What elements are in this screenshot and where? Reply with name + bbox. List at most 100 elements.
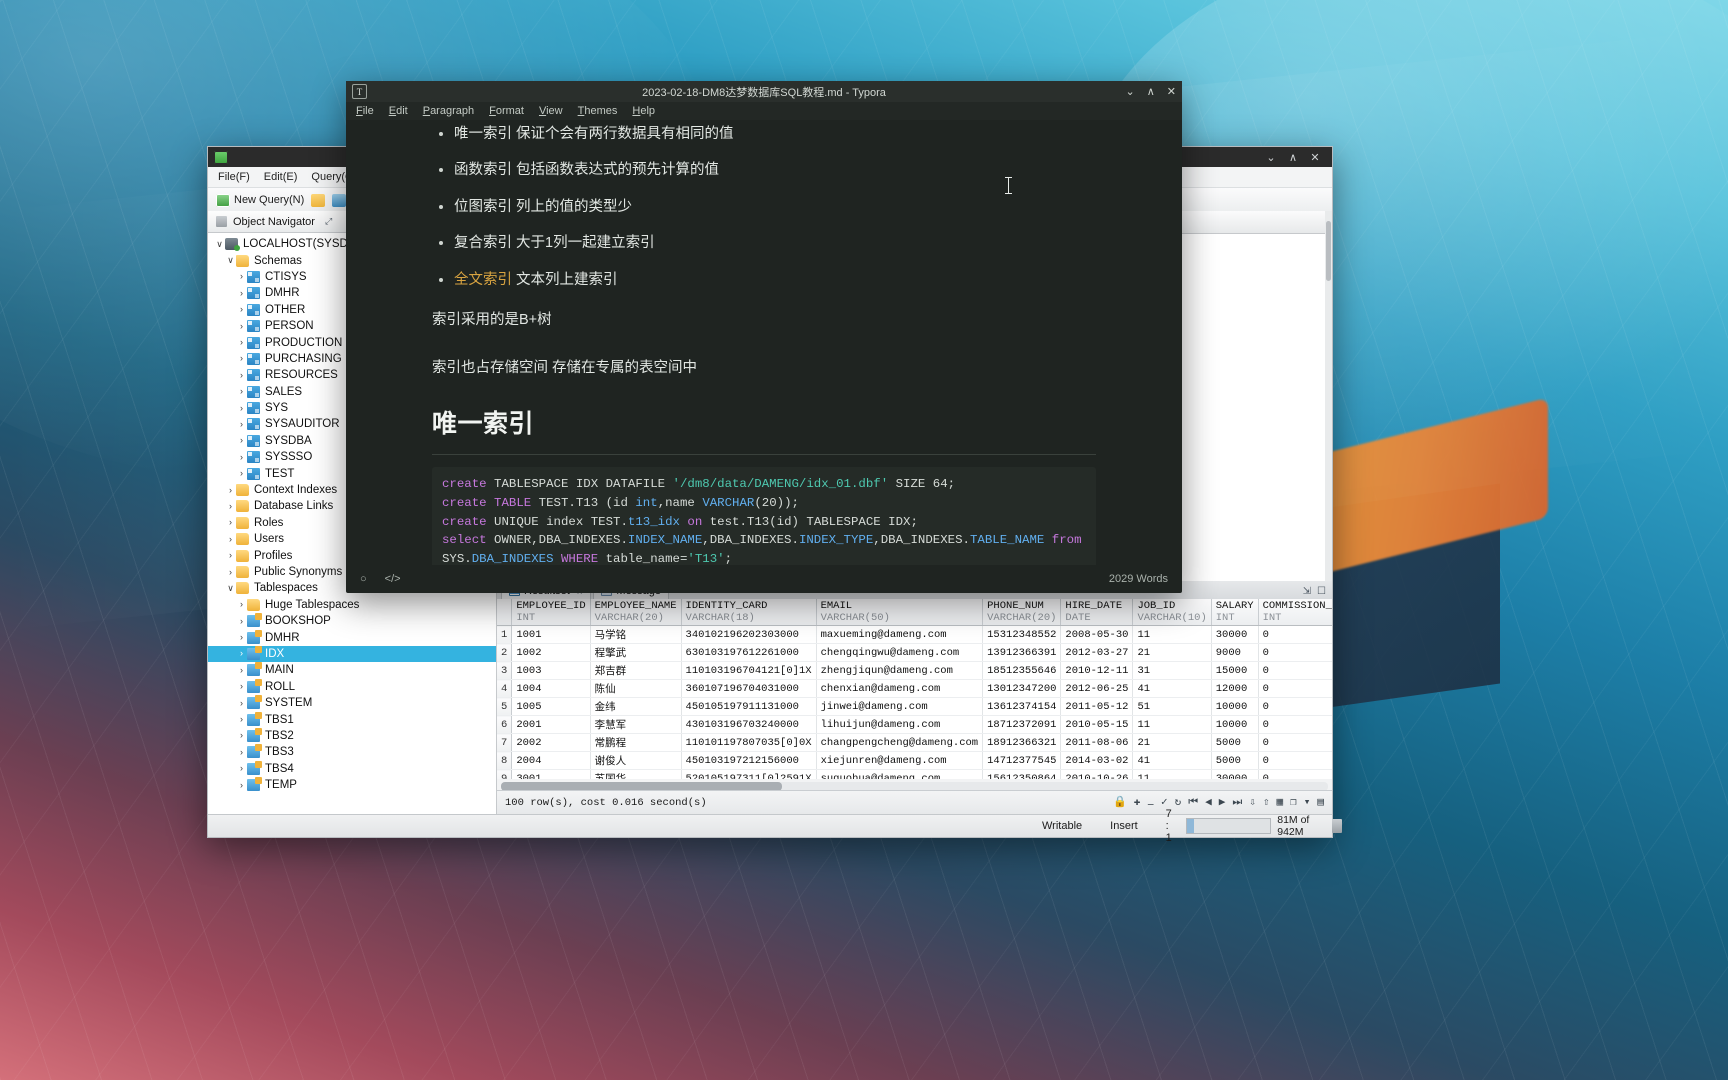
- chevron-right-icon[interactable]: ›: [225, 567, 236, 577]
- dm-menu-edit[interactable]: Edit(E): [264, 171, 298, 183]
- row-number-cell[interactable]: 7: [497, 733, 513, 752]
- status-memory[interactable]: 81M of 942M: [1185, 814, 1348, 838]
- chevron-right-icon[interactable]: ›: [236, 469, 247, 478]
- table-cell[interactable]: 程擎武: [590, 643, 682, 662]
- table-row[interactable]: 3 1003 郑吉群 110103196704121[0]1X zhengjiqun@d…: [497, 661, 1332, 680]
- table-cell[interactable]: 10000: [1211, 715, 1259, 734]
- typora-menu-file[interactable]: File: [356, 105, 374, 117]
- table-cell[interactable]: 2001: [511, 715, 591, 734]
- new-query-button[interactable]: New Query(N): [216, 193, 304, 207]
- table-cell[interactable]: 马学铭: [590, 625, 682, 644]
- tree-item[interactable]: › TBS2: [208, 727, 496, 744]
- table-cell[interactable]: 30000: [1211, 625, 1259, 644]
- row-number-cell[interactable]: 4: [497, 679, 513, 698]
- table-cell[interactable]: 2011-08-06: [1060, 733, 1134, 752]
- table-cell[interactable]: 1003: [511, 661, 591, 680]
- chevron-right-icon[interactable]: ›: [236, 338, 247, 347]
- dm-close-button[interactable]: ✕: [1304, 148, 1326, 166]
- table-cell[interactable]: 2010-12-11: [1060, 661, 1134, 680]
- table-cell[interactable]: 110101197807035[0]0X: [681, 733, 817, 752]
- column-header[interactable]: PHONE_NUM VARCHAR(20): [982, 599, 1062, 626]
- table-cell[interactable]: 450105197911131000: [681, 697, 817, 716]
- chevron-right-icon[interactable]: ›: [236, 616, 247, 626]
- prev-page-icon[interactable]: ◀: [1205, 797, 1212, 809]
- chevron-right-icon[interactable]: ›: [236, 600, 247, 609]
- table-cell[interactable]: 31: [1132, 661, 1212, 680]
- maximize-view-icon[interactable]: ⤢: [325, 216, 332, 227]
- typora-close-button[interactable]: ✕: [1167, 85, 1176, 98]
- editor-scrollbar[interactable]: [1325, 211, 1332, 581]
- filter-icon[interactable]: ▾: [1304, 797, 1311, 809]
- chevron-right-icon[interactable]: ›: [236, 403, 247, 413]
- table-cell[interactable]: 0: [1258, 715, 1332, 734]
- table-cell[interactable]: 1005: [511, 697, 591, 716]
- table-cell[interactable]: jinwei@dameng.com: [816, 697, 984, 716]
- restore-view-icon[interactable]: ⇲: [1303, 586, 1311, 597]
- chevron-right-icon[interactable]: ›: [236, 321, 247, 331]
- column-header[interactable]: EMPLOYEE_NAME VARCHAR(20): [590, 599, 682, 626]
- chevron-right-icon[interactable]: ›: [236, 764, 247, 773]
- table-cell[interactable]: 18512355646: [982, 661, 1062, 680]
- table-cell[interactable]: 谢俊人: [590, 751, 682, 770]
- chevron-down-icon[interactable]: ∨: [225, 256, 236, 265]
- table-cell[interactable]: chengqingwu@dameng.com: [816, 643, 984, 662]
- table-cell[interactable]: zhengjiqun@dameng.com: [816, 661, 984, 680]
- chevron-right-icon[interactable]: ›: [236, 698, 247, 708]
- typora-menu-format[interactable]: Format: [489, 105, 524, 117]
- chevron-right-icon[interactable]: ›: [236, 272, 247, 281]
- table-cell[interactable]: 21: [1132, 643, 1212, 662]
- table-cell[interactable]: 5000: [1211, 751, 1259, 770]
- table-cell[interactable]: 10000: [1211, 697, 1259, 716]
- table-cell[interactable]: 12000: [1211, 679, 1259, 698]
- save-icon[interactable]: [332, 193, 347, 207]
- row-number-cell[interactable]: 2: [497, 643, 513, 662]
- resultset-tools[interactable]: 🔒 ✚ ⚊ ✓ ↻ ⏮ ◀ ▶ ⏭ ⇩ ⇧ ▦ ❐ ▾ ▤: [1113, 797, 1324, 809]
- typora-menu-edit[interactable]: Edit: [389, 105, 408, 117]
- table-cell[interactable]: 15612350864: [982, 769, 1062, 779]
- table-cell[interactable]: 2004: [511, 751, 591, 770]
- table-cell[interactable]: 430103196703240000: [681, 715, 817, 734]
- table-row[interactable]: 5 1005 金纬 450105197911131000 jinwei@dameng.c…: [497, 697, 1332, 716]
- column-header[interactable]: COMMISSION_PCTINT: [1258, 599, 1332, 626]
- column-header[interactable]: JOB_ID VARCHAR(10): [1132, 599, 1212, 626]
- table-cell[interactable]: 0: [1258, 769, 1332, 779]
- table-cell[interactable]: 520105197311[0]2591X: [681, 769, 817, 779]
- table-row[interactable]: 8 2004 谢俊人 450103197212156000 xiejunren@dame…: [497, 751, 1332, 770]
- resultset-grid[interactable]: EMPLOYEE_ID INT EMPLOYEE_NAME VARCHAR(20) ID…: [497, 599, 1332, 779]
- maximize-results-icon[interactable]: ☐: [1317, 586, 1326, 597]
- table-cell[interactable]: 13012347200: [982, 679, 1062, 698]
- export-up-icon[interactable]: ⇩: [1249, 797, 1256, 809]
- typora-document[interactable]: 唯一索引 保证个会有两行数据具有相同的值函数索引 包括函数表达式的预先计算的值位…: [346, 120, 1182, 565]
- chevron-right-icon[interactable]: ›: [236, 649, 247, 658]
- table-cell[interactable]: changpengcheng@dameng.com: [816, 733, 984, 752]
- add-row-icon[interactable]: ✚: [1134, 797, 1141, 809]
- table-cell[interactable]: 2012-03-27: [1060, 643, 1134, 662]
- table-cell[interactable]: 15000: [1211, 661, 1259, 680]
- table-cell[interactable]: 2014-03-02: [1060, 751, 1134, 770]
- table-row[interactable]: 2 1002 程擎武 630103197612261000 chengqingwu@da…: [497, 643, 1332, 662]
- resultset-table[interactable]: EMPLOYEE_ID INT EMPLOYEE_NAME VARCHAR(20) ID…: [497, 599, 1332, 779]
- table-cell[interactable]: 0: [1258, 661, 1332, 680]
- column-header[interactable]: HIRE_DATE DATE: [1060, 599, 1134, 626]
- chevron-right-icon[interactable]: ›: [236, 452, 247, 462]
- chevron-right-icon[interactable]: ›: [236, 682, 247, 691]
- row-number-cell[interactable]: 5: [497, 697, 513, 716]
- chevron-right-icon[interactable]: ›: [236, 354, 247, 363]
- table-row[interactable]: 6 2001 李慧军 430103196703240000 lihuijun@damen…: [497, 715, 1332, 734]
- table-cell[interactable]: 18912366321: [982, 733, 1062, 752]
- typora-code-block[interactable]: create TABLESPACE IDX DATAFILE '/dm8/dat…: [432, 466, 1096, 565]
- gc-trash-icon[interactable]: [1332, 819, 1343, 833]
- table-cell[interactable]: xiejunren@dameng.com: [816, 751, 984, 770]
- chevron-right-icon[interactable]: ›: [236, 633, 247, 642]
- column-header[interactable]: SALARY INT: [1211, 599, 1259, 626]
- dm-maximize-button[interactable]: ∧: [1282, 148, 1304, 166]
- tree-item[interactable]: › Huge Tablespaces: [208, 597, 496, 613]
- table-cell[interactable]: 常鹏程: [590, 733, 682, 752]
- chevron-right-icon[interactable]: ›: [236, 305, 247, 314]
- table-cell[interactable]: 0: [1258, 679, 1332, 698]
- tree-item[interactable]: › TBS3: [208, 744, 496, 760]
- table-view-icon[interactable]: ▤: [1317, 797, 1324, 809]
- export-down-icon[interactable]: ⇧: [1263, 797, 1270, 809]
- tree-item[interactable]: › TEMP: [208, 777, 496, 793]
- chevron-right-icon[interactable]: ›: [236, 288, 247, 298]
